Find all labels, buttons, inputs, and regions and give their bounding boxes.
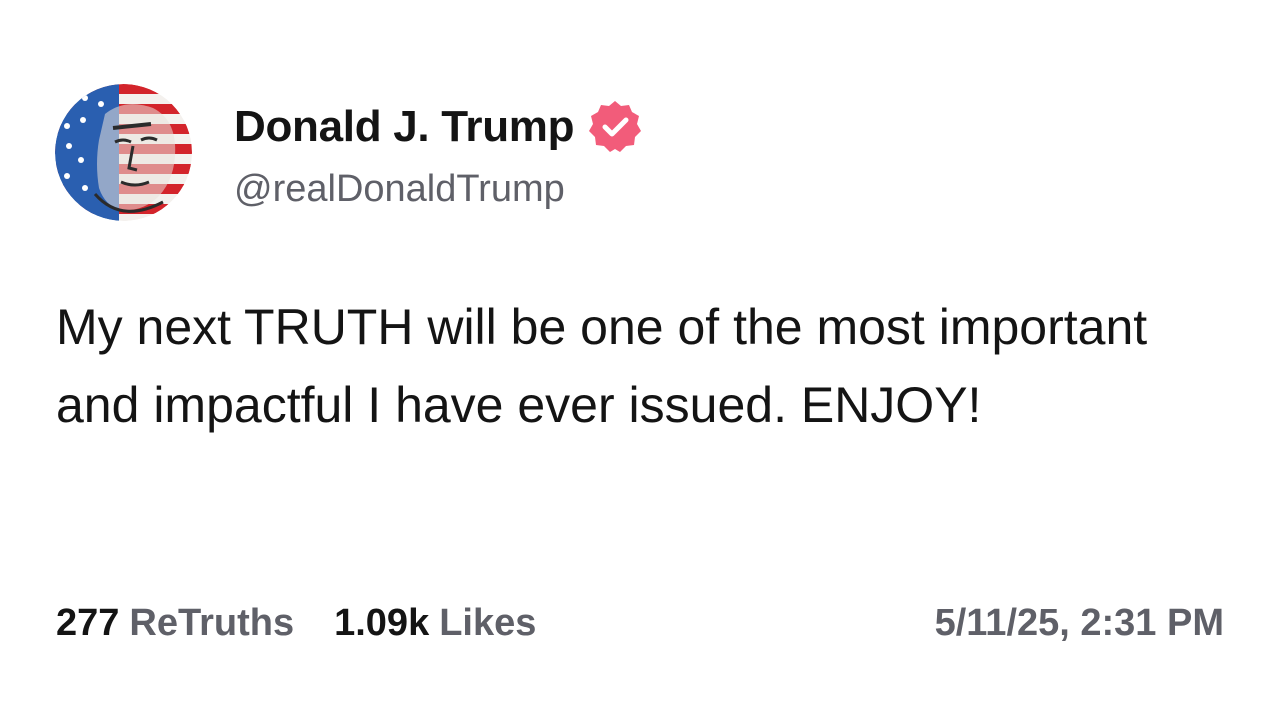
likes-count: 1.09k [334, 602, 430, 644]
likes-stat[interactable]: 1.09k Likes [334, 602, 536, 645]
retruths-count: 277 [56, 602, 120, 644]
post-stats: 277 ReTruths 1.09k Likes [56, 602, 536, 645]
author-name-row: Donald J. Trump [234, 98, 644, 156]
retruths-stat[interactable]: 277 ReTruths [56, 602, 294, 645]
post-body-text: My next TRUTH will be one of the most im… [56, 299, 1148, 433]
post-timestamp[interactable]: 5/11/25, 2:31 PM [935, 602, 1224, 645]
author-display-name[interactable]: Donald J. Trump [234, 102, 575, 152]
verified-badge-icon [589, 101, 642, 152]
avatar-flag-portrait-icon [55, 84, 192, 221]
retruths-label: ReTruths [129, 602, 295, 644]
author-avatar[interactable] [55, 84, 192, 221]
author-handle[interactable]: @realDonaldTrump [234, 168, 565, 211]
truth-post-card: Donald J. Trump @realDonaldTrump My next… [0, 0, 1280, 710]
likes-label: Likes [439, 602, 537, 644]
